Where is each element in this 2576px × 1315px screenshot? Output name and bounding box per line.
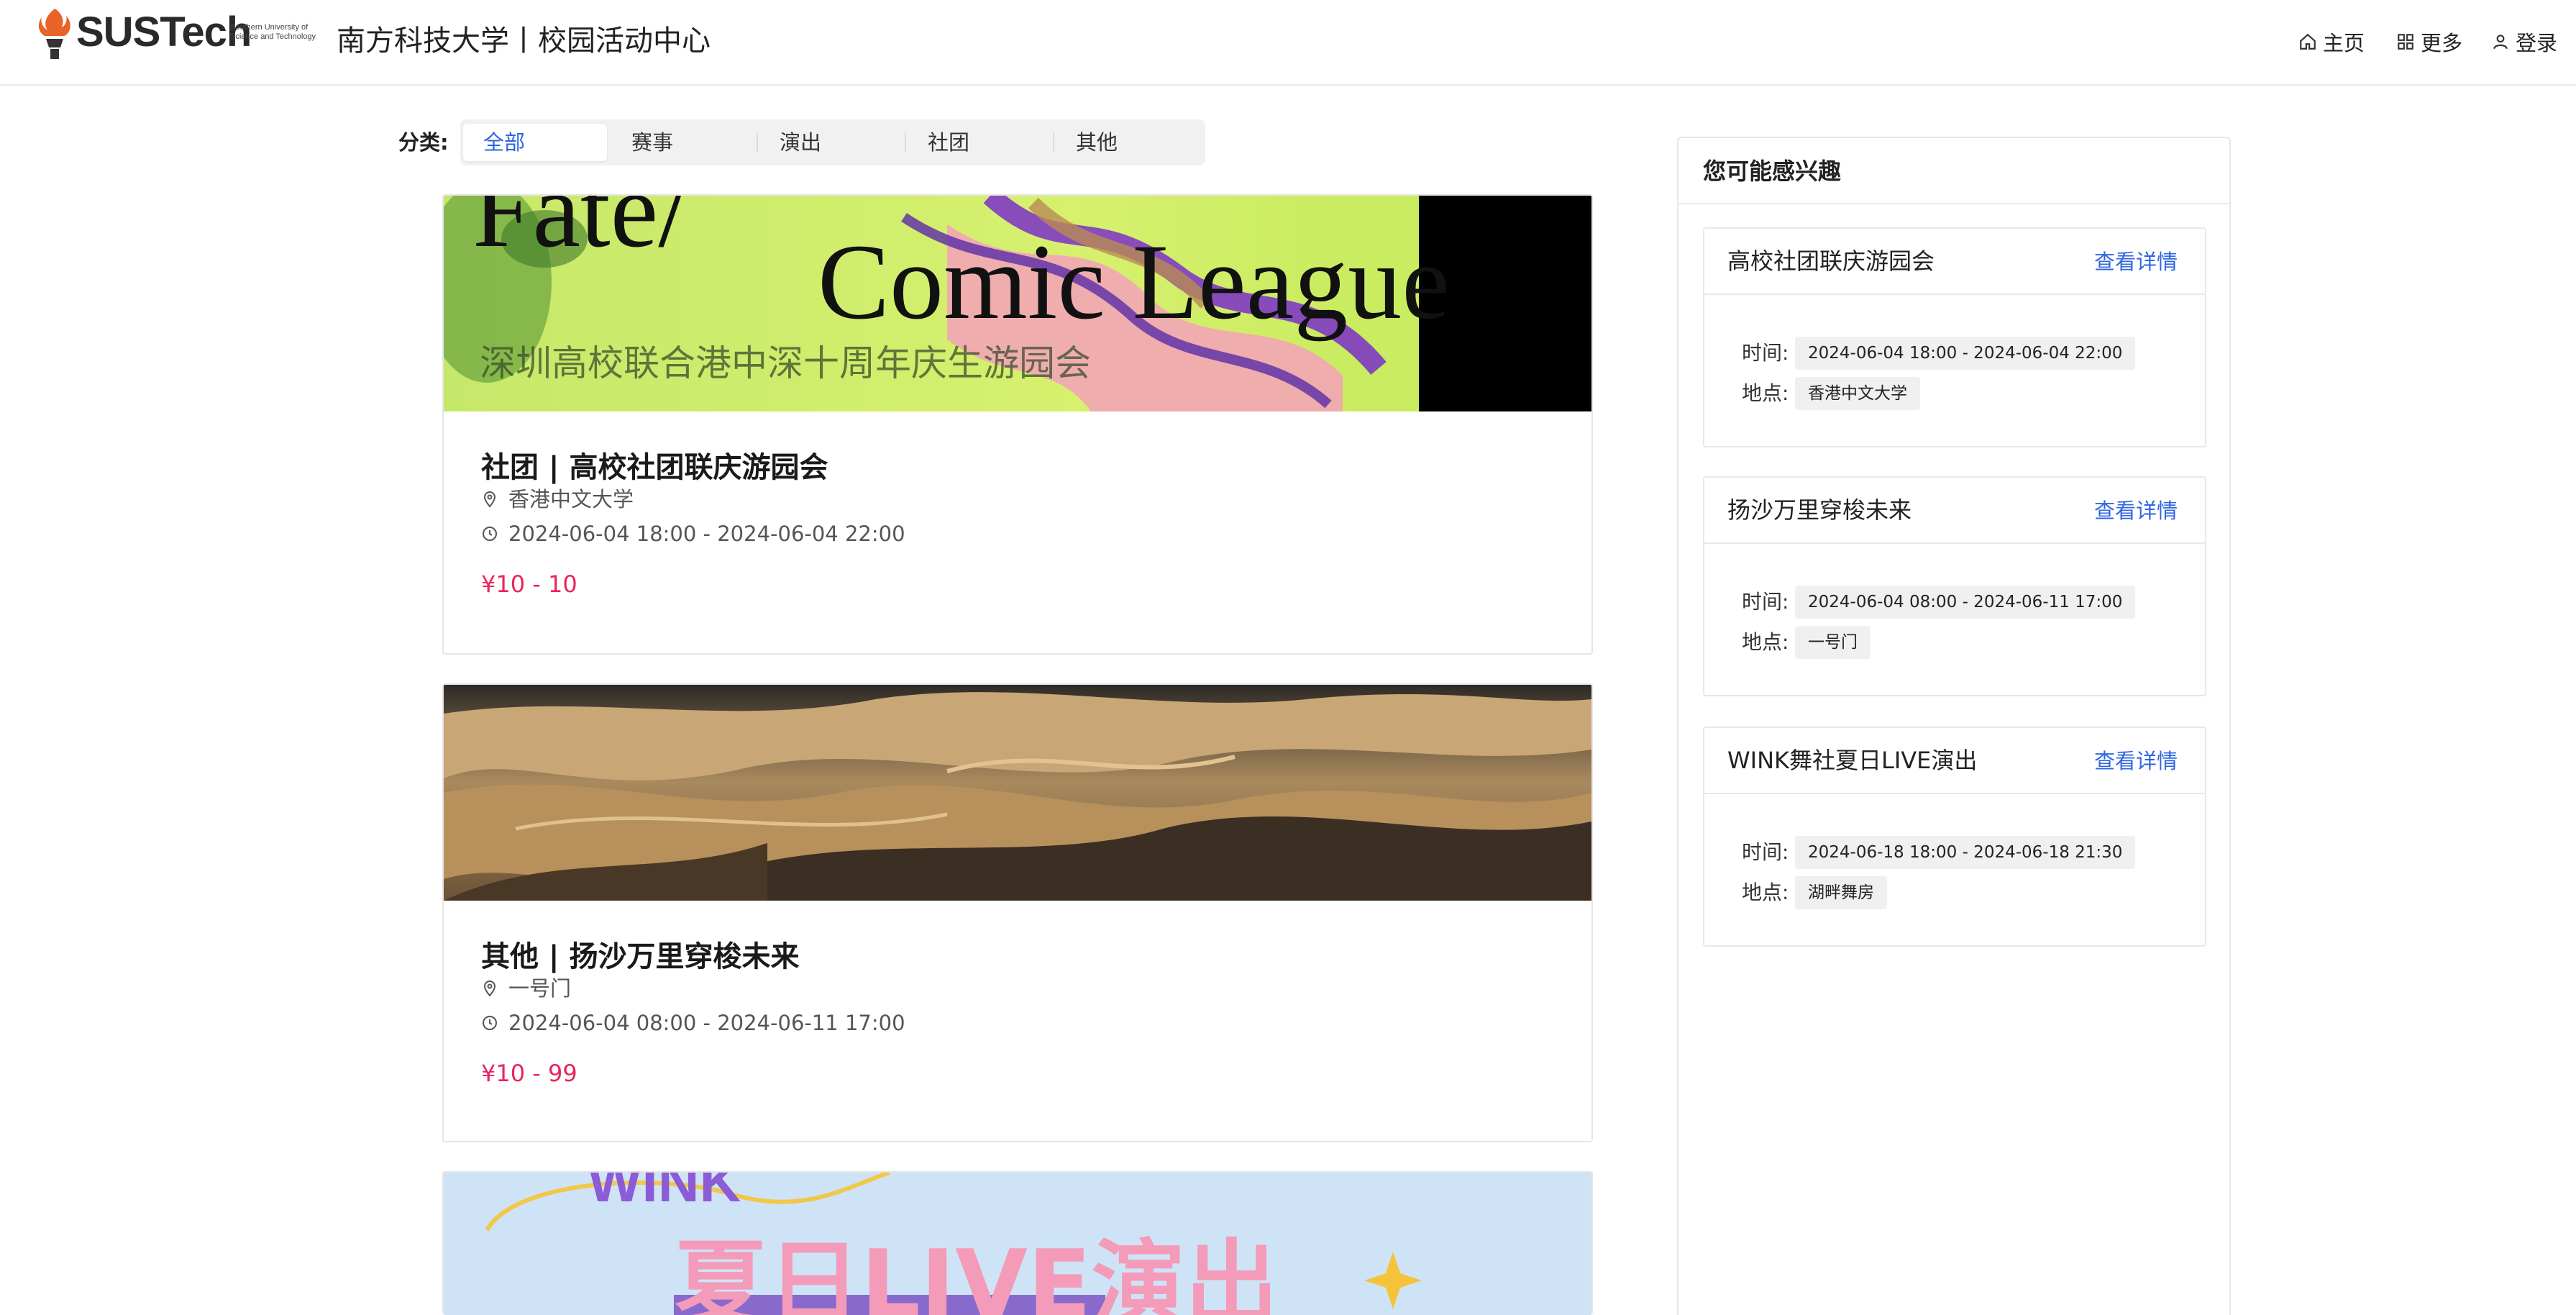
logo-subtitle: Southern University of Science and Techn…: [230, 23, 316, 41]
event-title[interactable]: 其他 | 扬沙万里穿梭未来: [481, 938, 799, 975]
event-location: 香港中文大学: [481, 485, 634, 514]
event-banner-image[interactable]: WINK 夏日LIVE演出: [444, 1173, 1591, 1315]
event-banner-image[interactable]: Fate/ Comic League 深圳高校联合港中深十周年庆生游园会: [444, 196, 1591, 411]
event-time: 2024-06-04 18:00 - 2024-06-04 22:00: [481, 519, 905, 548]
category-tab-club[interactable]: 社团: [908, 124, 1051, 161]
time-key: 时间:: [1742, 590, 1789, 614]
svg-text:WINK: WINK: [588, 1173, 741, 1214]
recommendation-time-row: 时间: 2024-06-04 08:00 - 2024-06-11 17:00: [1742, 586, 2136, 619]
category-segmented-control: 全部 赛事 演出 社团 其他: [460, 119, 1205, 165]
time-key: 时间:: [1742, 840, 1789, 864]
recommendation-card: WINK舞社夏日LIVE演出 查看详情 时间: 2024-06-18 18:00…: [1703, 727, 2206, 947]
time-key: 时间:: [1742, 341, 1789, 365]
category-tab-other[interactable]: 其他: [1056, 124, 1200, 161]
home-icon: [2300, 33, 2316, 50]
summer-live-banner: WINK 夏日LIVE演出: [444, 1173, 1591, 1315]
event-time-text: 2024-06-04 18:00 - 2024-06-04 22:00: [508, 522, 905, 546]
event-title[interactable]: 社团 | 高校社团联庆游园会: [481, 449, 828, 486]
svg-text:深圳高校联合港中深十周年庆生游园会: 深圳高校联合港中深十周年庆生游园会: [480, 342, 1091, 384]
grid-icon: [2398, 34, 2413, 50]
comic-league-banner: Fate/ Comic League 深圳高校联合港中深十周年庆生游园会: [444, 196, 1591, 411]
recommendation-time-row: 时间: 2024-06-18 18:00 - 2024-06-18 21:30: [1742, 836, 2136, 869]
category-divider: [905, 132, 906, 153]
recommendation-card-title: WINK舞社夏日LIVE演出: [1727, 747, 1978, 774]
location-pin-icon: [483, 980, 496, 997]
nav-more[interactable]: 更多: [2396, 26, 2462, 58]
place-tag: 香港中文大学: [1795, 377, 1920, 410]
time-tag: 2024-06-04 08:00 - 2024-06-11 17:00: [1795, 586, 2136, 619]
event-card[interactable]: WINK 夏日LIVE演出: [442, 1171, 1593, 1315]
place-tag: 一号门: [1795, 626, 1871, 659]
event-card[interactable]: Fate/ Comic League 深圳高校联合港中深十周年庆生游园会 社团 …: [442, 194, 1593, 655]
sustech-logo[interactable]: SUSTech Southern University of Science a…: [36, 6, 316, 62]
nav-login[interactable]: 登录: [2491, 26, 2557, 58]
event-location-text: 香港中文大学: [508, 487, 634, 511]
location-pin-icon: [483, 491, 496, 508]
place-key: 地点:: [1742, 881, 1789, 904]
recommendation-card-header: 高校社团联庆游园会 查看详情: [1704, 229, 2205, 295]
nav-more-label: 更多: [2421, 31, 2463, 55]
user-icon: [2493, 35, 2508, 50]
clock-icon: [483, 527, 497, 541]
event-location-text: 一号门: [508, 976, 572, 1001]
event-time: 2024-06-04 08:00 - 2024-06-11 17:00: [481, 1009, 905, 1037]
nav-home-label: 主页: [2323, 31, 2365, 55]
recommendation-card-title: 扬沙万里穿梭未来: [1727, 496, 1912, 524]
recommendation-card: 扬沙万里穿梭未来 查看详情 时间: 2024-06-04 08:00 - 202…: [1703, 476, 2206, 696]
top-header: SUSTech Southern University of Science a…: [0, 0, 2576, 86]
event-card[interactable]: 其他 | 扬沙万里穿梭未来 一号门 2024-06-04 08:00 - 202…: [442, 683, 1593, 1142]
event-banner-image[interactable]: [444, 685, 1591, 901]
clock-icon: [483, 1016, 497, 1030]
category-label: 分类:: [398, 130, 449, 155]
event-price: ¥10 - 99: [481, 1060, 577, 1087]
torch-logo-icon: [38, 9, 70, 59]
time-tag: 2024-06-04 18:00 - 2024-06-04 22:00: [1795, 337, 2136, 370]
view-details-link[interactable]: 查看详情: [2094, 745, 2178, 777]
svg-text:夏日LIVE演出: 夏日LIVE演出: [674, 1229, 1279, 1315]
recommendation-panel: 您可能感兴趣 高校社团联庆游园会 查看详情 时间: 2024-06-04 18:…: [1677, 137, 2231, 1315]
recommendation-card-title: 高校社团联庆游园会: [1727, 247, 1935, 275]
recommendation-place-row: 地点: 一号门: [1742, 626, 1871, 659]
place-key: 地点:: [1742, 381, 1789, 405]
recommendation-card-header: 扬沙万里穿梭未来 查看详情: [1704, 478, 2205, 544]
place-key: 地点:: [1742, 630, 1789, 654]
recommendation-place-row: 地点: 香港中文大学: [1742, 377, 1920, 410]
svg-text:Fate/: Fate/: [472, 196, 688, 270]
recommendation-card-header: WINK舞社夏日LIVE演出 查看详情: [1704, 728, 2205, 794]
category-tab-competition[interactable]: 赛事: [611, 124, 755, 161]
svg-text:Comic League: Comic League: [818, 222, 1450, 342]
logo-wordmark: SUSTech: [76, 9, 252, 55]
category-tab-performance[interactable]: 演出: [759, 124, 903, 161]
event-price: ¥10 - 10: [481, 570, 577, 598]
recommendation-card: 高校社团联庆游园会 查看详情 时间: 2024-06-04 18:00 - 20…: [1703, 227, 2206, 447]
view-details-link[interactable]: 查看详情: [2094, 495, 2178, 527]
event-time-text: 2024-06-04 08:00 - 2024-06-11 17:00: [508, 1011, 905, 1035]
site-title: 南方科技大学丨校园活动中心: [337, 24, 711, 58]
recommendation-place-row: 地点: 湖畔舞房: [1742, 876, 1887, 909]
desert-dunes-banner: [444, 685, 1591, 901]
time-tag: 2024-06-18 18:00 - 2024-06-18 21:30: [1795, 836, 2136, 869]
event-location: 一号门: [481, 974, 571, 1003]
place-tag: 湖畔舞房: [1795, 876, 1887, 909]
nav-home[interactable]: 主页: [2298, 26, 2365, 58]
nav-login-label: 登录: [2516, 31, 2558, 55]
category-tab-all[interactable]: 全部: [463, 124, 607, 161]
recommendation-time-row: 时间: 2024-06-04 18:00 - 2024-06-04 22:00: [1742, 337, 2136, 370]
recommendation-title: 您可能感兴趣: [1678, 138, 2229, 204]
category-divider: [757, 132, 758, 153]
view-details-link[interactable]: 查看详情: [2094, 246, 2178, 278]
category-divider: [1053, 132, 1054, 153]
